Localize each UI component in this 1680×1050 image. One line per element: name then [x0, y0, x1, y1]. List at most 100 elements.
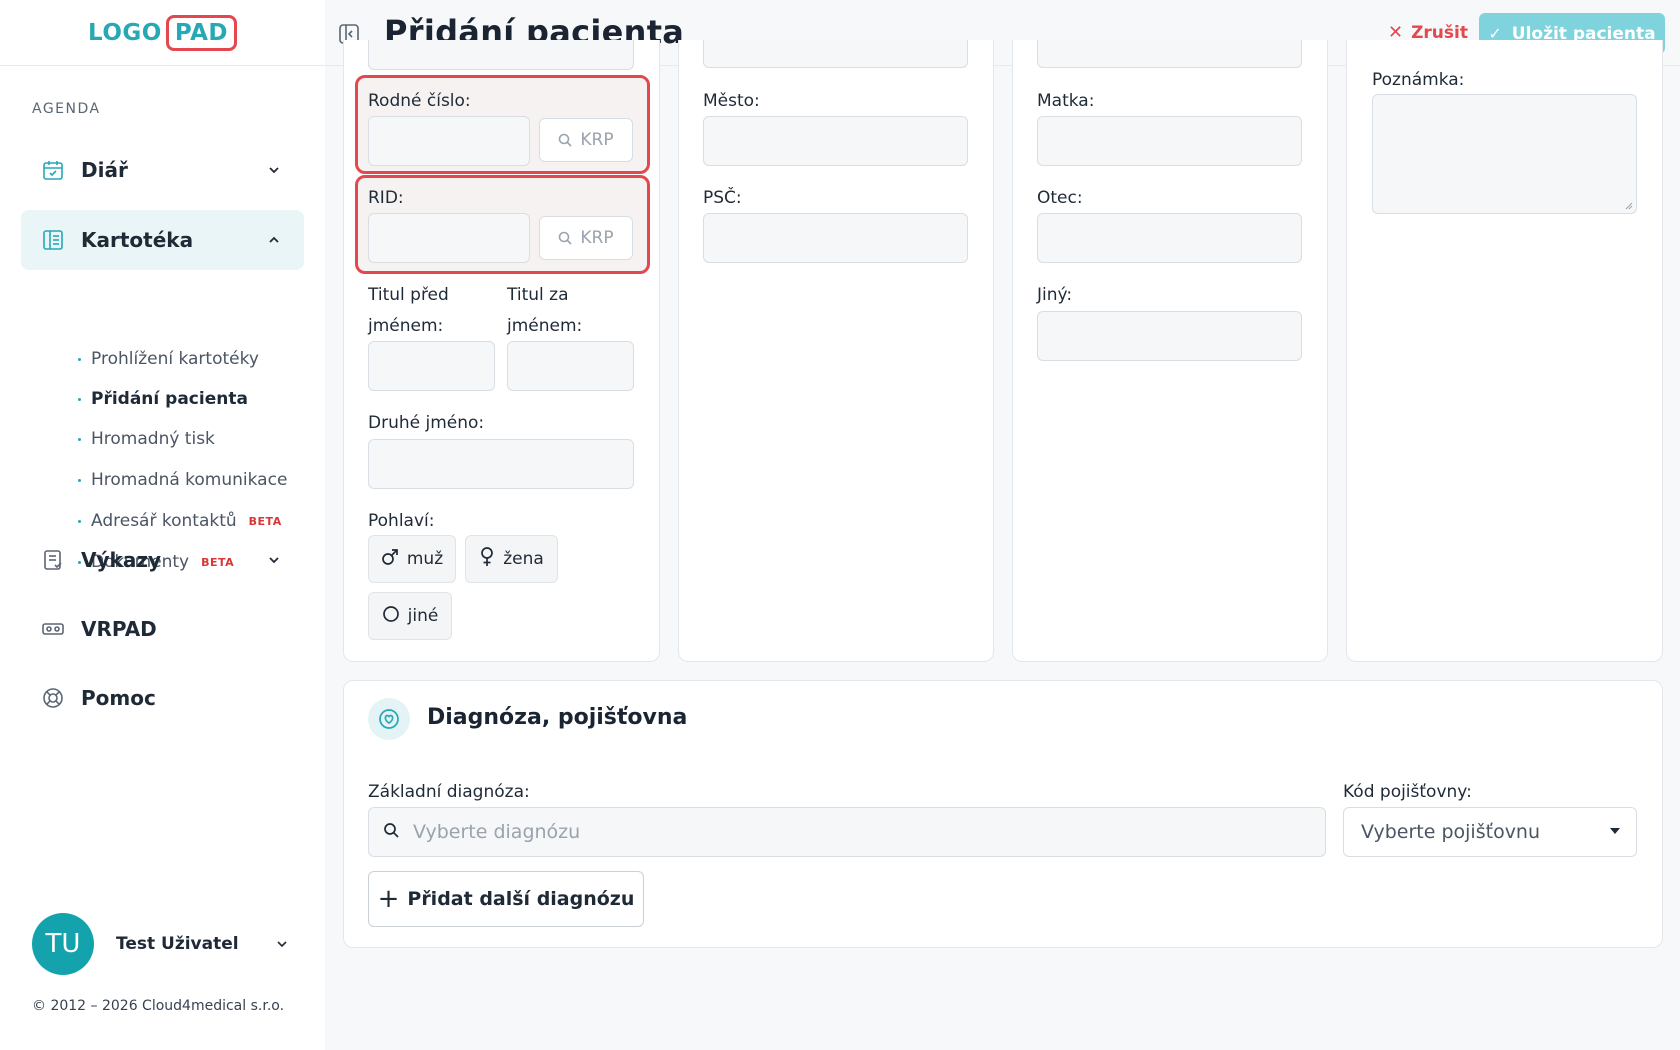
avatar: TU [32, 913, 94, 975]
note-label: Poznámka: [1372, 70, 1465, 90]
sidebar-item-label: VRPAD [81, 617, 157, 641]
scrolled-input-col1[interactable] [368, 40, 634, 70]
note-textarea[interactable] [1372, 94, 1637, 214]
heart-badge-icon [368, 698, 410, 740]
title-before-label-line1: Titul před [368, 285, 449, 305]
male-symbol-icon [381, 548, 399, 571]
logo-text-left: LOGO [88, 19, 162, 46]
rid-input[interactable] [368, 213, 530, 263]
user-menu[interactable]: TU Test Uživatel [32, 913, 292, 975]
basic-diagnosis-placeholder: Vyberte diagnózu [413, 821, 581, 843]
report-icon [41, 548, 65, 572]
father-input[interactable] [1037, 213, 1302, 263]
other-contact-input[interactable] [1037, 311, 1302, 361]
title-before-input[interactable] [368, 341, 495, 391]
submenu-item-label: Adresář kontaktů [91, 511, 237, 531]
gender-option-label: žena [503, 549, 544, 569]
zip-input[interactable] [703, 213, 968, 263]
logo[interactable]: LOGO PAD [88, 14, 237, 51]
city-label: Město: [703, 91, 760, 111]
sidebar-item-vykazy[interactable]: Výkazy [21, 530, 304, 590]
section-label-agenda: AGENDA [32, 101, 101, 117]
gender-male-button[interactable]: muž [368, 535, 456, 583]
mother-label: Matka: [1037, 91, 1095, 111]
middle-name-input[interactable] [368, 439, 634, 489]
title-before-label-line2: jménem: [368, 316, 444, 336]
sidebar-item-label: Pomoc [81, 686, 156, 710]
resize-handle-icon [1625, 202, 1633, 210]
bullet-dot [78, 397, 81, 401]
sidebar-item-label: Kartotéka [81, 228, 194, 252]
birth-number-input[interactable] [368, 116, 530, 166]
plus-icon: + [377, 884, 400, 914]
title-after-label-line1: Titul za [507, 285, 569, 305]
sidebar-item-pomoc[interactable]: Pomoc [21, 668, 304, 728]
lifebuoy-icon [41, 686, 65, 710]
user-name: Test Uživatel [116, 934, 239, 954]
gender-female-button[interactable]: žena [465, 535, 558, 583]
insurance-code-label: Kód pojišťovny: [1343, 782, 1472, 802]
title-after-input[interactable] [507, 341, 634, 391]
sidebar-item-diar[interactable]: Diář [21, 140, 304, 200]
book-icon [41, 228, 65, 252]
diagnosis-section-title: Diagnóza, pojišťovna [427, 705, 688, 730]
mother-input[interactable] [1037, 116, 1302, 166]
chevron-down-icon [272, 934, 292, 954]
krp-button-birth-number[interactable]: KRP [539, 118, 633, 162]
sidebar-item-vrpad[interactable]: VRPAD [21, 599, 304, 659]
submenu-item-label: Hromadná komunikace [91, 470, 288, 490]
basic-diagnosis-label: Základní diagnóza: [368, 782, 530, 802]
bullet-dot [78, 437, 81, 441]
search-icon [559, 231, 572, 245]
logo-text-right: PAD [165, 14, 237, 51]
caret-down-icon [1610, 828, 1620, 834]
krp-label: KRP [580, 228, 614, 248]
other-contact-label: Jiný: [1037, 285, 1073, 305]
basic-diagnosis-search[interactable]: Vyberte diagnózu [368, 807, 1326, 857]
city-input[interactable] [703, 116, 968, 166]
krp-label: KRP [580, 130, 614, 150]
scrolled-input-col2[interactable] [703, 40, 968, 68]
submenu-item-hromadna-komunikace[interactable]: Hromadná komunikace [78, 470, 287, 490]
bullet-dot [78, 519, 81, 523]
submenu-item-adresar[interactable]: Adresář kontaktů BETA [78, 511, 282, 531]
submenu-item-label: Prohlížení kartotéky [91, 349, 259, 369]
search-icon [383, 821, 399, 843]
father-label: Otec: [1037, 188, 1083, 208]
birth-number-label: Rodné číslo: [368, 91, 471, 111]
sidebar: LOGO PAD AGENDA Diář Kartotéka Prohlížen… [0, 0, 325, 1050]
chevron-down-icon [264, 550, 284, 570]
middle-name-label: Druhé jméno: [368, 413, 485, 433]
gender-option-label: jiné [407, 606, 439, 626]
vr-headset-icon [41, 617, 65, 641]
sidebar-item-label: Výkazy [81, 548, 161, 572]
title-after-label-line2: jménem: [507, 316, 583, 336]
insurance-select-value: Vyberte pojišťovnu [1361, 821, 1541, 843]
copyright-text: © 2012 – 2026 Cloud4medical s.r.o. [32, 998, 285, 1014]
gender-option-label: muž [406, 549, 444, 569]
submenu-item-prohlizeni[interactable]: Prohlížení kartotéky [78, 349, 259, 369]
submenu-item-hromadny-tisk[interactable]: Hromadný tisk [78, 429, 215, 449]
submenu-item-pridani[interactable]: Přidání pacienta [78, 389, 248, 409]
beta-badge: BETA [248, 514, 282, 528]
chevron-down-icon [264, 160, 284, 180]
sidebar-item-label: Diář [81, 158, 128, 182]
gender-other-button[interactable]: jiné [368, 592, 452, 640]
scrolled-input-col3[interactable] [1037, 40, 1302, 68]
search-icon [559, 133, 572, 147]
krp-button-rid[interactable]: KRP [539, 216, 633, 260]
bullet-dot [78, 357, 81, 361]
submenu-item-label: Přidání pacienta [91, 389, 248, 409]
bullet-dot [78, 478, 81, 482]
add-diagnosis-button[interactable]: + Přidat další diagnózu [368, 871, 644, 927]
insurance-select[interactable]: Vyberte pojišťovnu [1343, 807, 1637, 857]
sidebar-item-kartoteka[interactable]: Kartotéka [21, 210, 304, 270]
submenu-item-label: Hromadný tisk [91, 429, 215, 449]
circle-icon [382, 605, 400, 628]
logo-area: LOGO PAD [0, 0, 325, 66]
add-diagnosis-label: Přidat další diagnózu [407, 888, 635, 910]
calendar-icon [41, 158, 65, 182]
zip-label: PSČ: [703, 188, 742, 208]
rid-label: RID: [368, 188, 404, 208]
gender-label: Pohlaví: [368, 511, 435, 531]
